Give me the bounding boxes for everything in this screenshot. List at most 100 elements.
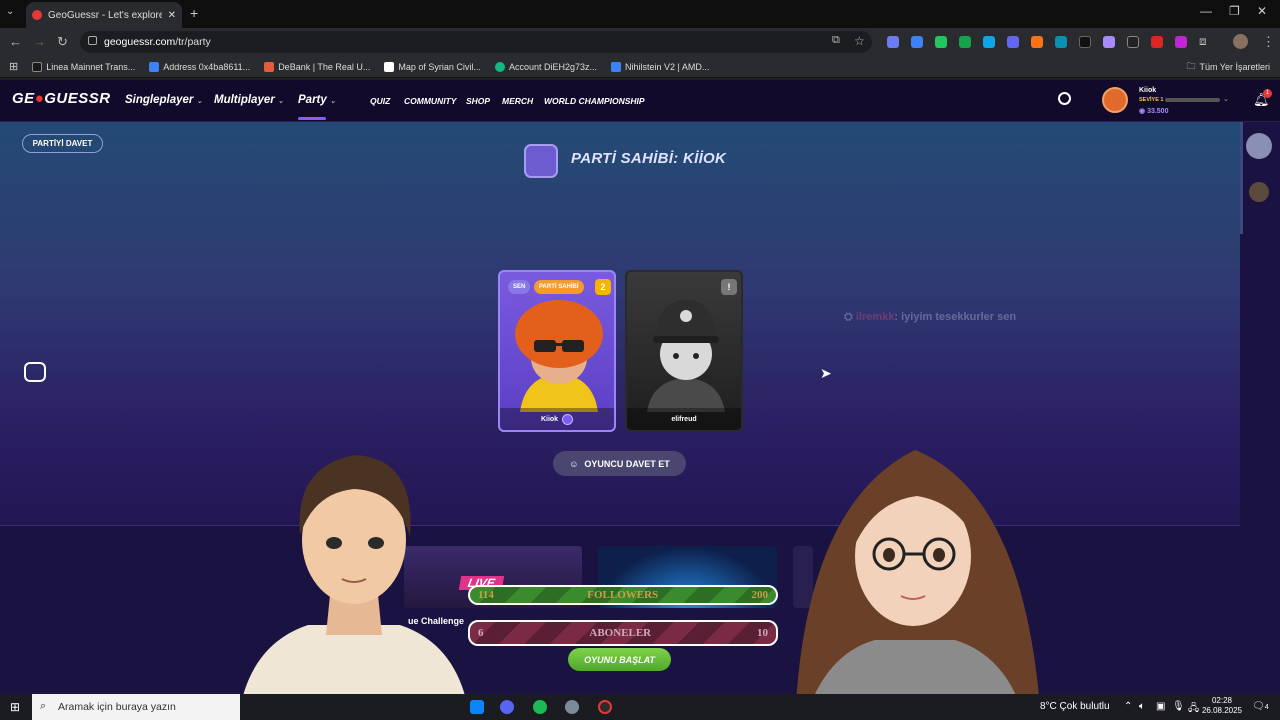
taskbar-app-icon[interactable] [565, 700, 579, 714]
search-icon[interactable] [1058, 92, 1071, 105]
sidebar-scrollbar[interactable] [1240, 122, 1243, 234]
tray-network-icon[interactable]: 🖧︎ [1188, 701, 1199, 718]
notification-center-icon[interactable]: 🗨︎4 [1252, 701, 1269, 712]
nav-singleplayer[interactable]: Singleplayer ⌄ [125, 94, 202, 106]
forward-icon[interactable]: → [33, 34, 46, 49]
party-host-title: PARTİ SAHİBİ: KİİOK [571, 150, 727, 167]
start-game-button[interactable]: OYUNU BAŞLAT [568, 648, 671, 671]
geoguessr-logo[interactable]: GE●GUESSR [12, 90, 111, 107]
extension-icon[interactable] [887, 36, 899, 48]
bookmark-item[interactable]: DeBank | The Real U... [264, 61, 370, 72]
extension-icon[interactable] [1055, 36, 1067, 48]
minimize-icon[interactable]: — [1200, 4, 1212, 18]
bookmark-item[interactable]: Account DiEH2g73z... [494, 61, 597, 72]
nav-community[interactable]: COMMUNITY [404, 96, 456, 106]
invite-party-button[interactable]: PARTİYİ DAVET [22, 134, 103, 153]
chevron-down-icon[interactable]: ⌄ [1223, 95, 1229, 103]
back-icon[interactable]: ← [9, 34, 22, 49]
nav-party[interactable]: Party ⌄ [298, 94, 336, 106]
active-nav-indicator [298, 117, 326, 120]
streamer-avatar-man [238, 455, 470, 720]
extension-icon[interactable] [911, 36, 923, 48]
bookmark-star-icon[interactable]: ☆ [854, 34, 865, 48]
you-tag: SEN [508, 280, 531, 294]
taskbar-clock[interactable]: 02:28 26.08.2025 [1199, 696, 1245, 716]
xp-progress-bar [1165, 98, 1220, 102]
reload-icon[interactable]: ↻ [57, 34, 68, 50]
chat-toggle-icon[interactable] [24, 362, 46, 382]
spotify-icon[interactable] [533, 700, 547, 714]
extension-icon[interactable] [1007, 36, 1019, 48]
nav-quiz[interactable]: QUIZ [370, 96, 390, 106]
all-bookmarks-folder[interactable]: 🗀 Tüm Yer İşaretleri [1186, 59, 1270, 75]
install-app-icon[interactable]: ⧉ [832, 34, 840, 47]
taskbar-app-icon[interactable] [470, 700, 484, 714]
bookmark-item[interactable]: Linea Mainnet Trans... [32, 61, 135, 72]
subscribers-goal-bar: 6 ABONELER 10 [468, 620, 778, 646]
nav-multiplayer[interactable]: Multiplayer ⌄ [214, 94, 284, 106]
profile-avatar-icon[interactable] [1233, 34, 1248, 49]
host-badge-icon [524, 144, 558, 178]
obs-icon[interactable] [598, 700, 612, 714]
extension-icon[interactable] [983, 36, 995, 48]
player-name-row: elifreud [627, 408, 741, 430]
site-info-icon[interactable] [88, 36, 97, 45]
new-tab-icon[interactable]: + [190, 5, 198, 21]
nav-merch[interactable]: MERCH [502, 96, 533, 106]
window-close-icon[interactable]: ✕ [1257, 4, 1267, 18]
friend-avatar[interactable] [1249, 182, 1269, 202]
chevron-down-icon: ⌄ [329, 98, 336, 105]
tray-mic-icon[interactable]: 🎙︎ [1172, 701, 1185, 712]
extension-icon[interactable] [1031, 36, 1043, 48]
nav-shop[interactable]: SHOP [466, 96, 490, 106]
mouse-cursor-icon: ➤ [820, 365, 832, 381]
tab-close-icon[interactable]: ✕ [168, 10, 176, 21]
bookmark-favicon-icon [149, 61, 160, 72]
bookmark-item[interactable]: Map of Syrian Civil... [384, 61, 481, 72]
weather-status[interactable]: 8°C Çok bulutlu [1040, 701, 1110, 712]
windows-start-icon[interactable]: ⊞ [10, 700, 20, 714]
restore-icon[interactable]: ❐ [1229, 4, 1240, 18]
apps-grid-icon[interactable]: ⊞ [9, 60, 18, 73]
bookmark-favicon-icon [264, 61, 275, 72]
extension-icon[interactable] [1151, 36, 1163, 48]
coin-icon: ◉ [1139, 108, 1146, 115]
discord-icon[interactable] [500, 700, 514, 714]
bookmark-item[interactable]: Nihilstein V2 | AMD... [610, 61, 709, 72]
user-level: SEVİYE 1 [1139, 97, 1164, 103]
extensions-puzzle-icon[interactable]: ⧈ [1199, 34, 1207, 49]
nav-world-championship[interactable]: WORLD CHAMPIONSHIP [544, 96, 645, 106]
pin-icon: ● [34, 90, 45, 107]
player-avatar-elifreud [647, 300, 725, 412]
extension-icon[interactable] [1079, 36, 1091, 48]
bookmark-favicon-icon [494, 61, 505, 72]
extension-icon[interactable] [1175, 36, 1187, 48]
folder-icon: 🗀 [1186, 60, 1196, 71]
player-name-row: Kiiok [500, 408, 614, 430]
extension-icon[interactable] [1103, 36, 1115, 48]
user-avatar[interactable] [1102, 87, 1128, 113]
taskbar-search-box[interactable]: ⌕ Aramak için buraya yazın [32, 694, 240, 720]
browser-menu-icon[interactable]: ⋮ [1262, 34, 1275, 50]
browser-tab[interactable]: GeoGuessr - Let's explore the w ✕ [26, 2, 182, 28]
tray-app-icon[interactable]: ▣ [1156, 701, 1165, 712]
extension-icon[interactable] [935, 36, 947, 48]
tray-chevron-icon[interactable]: ⌃ [1124, 701, 1132, 712]
address-bar[interactable]: geoguessr.com/tr/party [80, 31, 872, 53]
extension-icon[interactable] [959, 36, 971, 48]
bookmark-favicon-icon [384, 61, 395, 72]
tab-list-icon[interactable]: ⌄ [6, 6, 14, 17]
player-avatar-kiiok [515, 300, 603, 412]
bookmark-favicon-icon [32, 61, 43, 72]
followers-goal-bar: 114 FOLLOWERS 200 [468, 585, 778, 605]
invite-player-button[interactable]: ☺ OYUNCU DAVET ET [553, 451, 686, 476]
player-card[interactable]: ! elifreud [625, 270, 743, 432]
user-add-icon: ☺ [569, 458, 579, 469]
tab-title: GeoGuessr - Let's explore the w [48, 9, 162, 21]
extension-icon[interactable] [1127, 36, 1139, 48]
bookmark-item[interactable]: Address 0x4ba8611... [149, 61, 250, 72]
player-card[interactable]: SEN PARTİ SAHİBİ 2 Kiiok [498, 270, 616, 432]
tray-audio-icon[interactable]: 🔈︎ [1139, 701, 1145, 712]
geoguessr-favicon-icon [32, 10, 42, 20]
friend-avatar[interactable] [1246, 133, 1272, 159]
